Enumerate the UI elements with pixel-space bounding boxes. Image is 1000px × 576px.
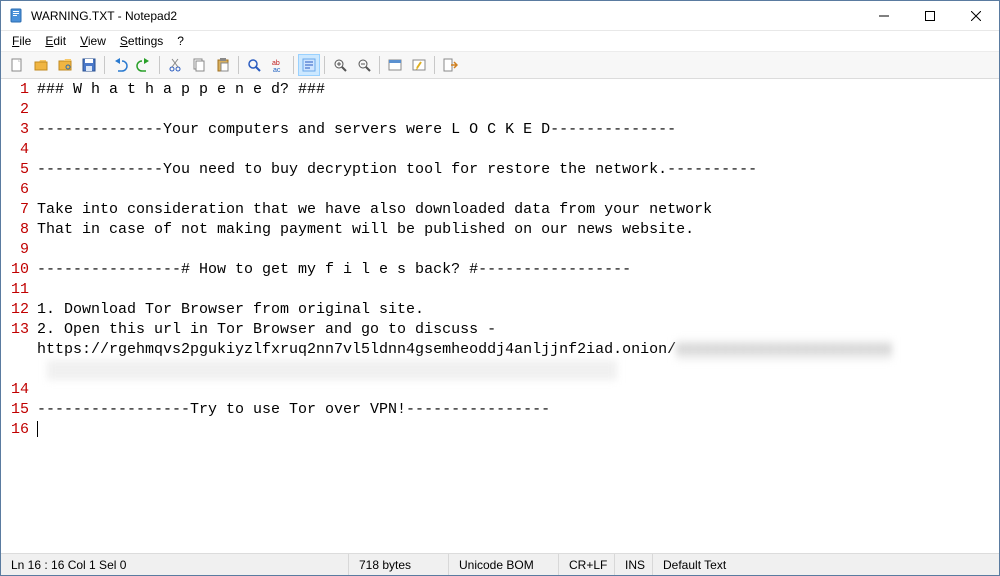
window-buttons xyxy=(861,1,999,30)
code-line: --------------Your computers and servers… xyxy=(37,120,999,140)
status-position[interactable]: Ln 16 : 16 Col 1 Sel 0 xyxy=(1,554,349,575)
line-number: 2 xyxy=(1,100,29,120)
toolbar-separator xyxy=(293,56,294,74)
line-number: 13 xyxy=(1,320,29,380)
cut-icon[interactable] xyxy=(164,54,186,76)
status-eol[interactable]: CR+LF xyxy=(559,554,615,575)
line-number: 7 xyxy=(1,200,29,220)
redo-icon[interactable] xyxy=(133,54,155,76)
status-bytes[interactable]: 718 bytes xyxy=(349,554,449,575)
open-file-icon[interactable] xyxy=(30,54,52,76)
menu-file[interactable]: File xyxy=(5,32,38,50)
menu-view[interactable]: View xyxy=(73,32,113,50)
status-encoding[interactable]: Unicode BOM xyxy=(449,554,559,575)
statusbar: Ln 16 : 16 Col 1 Sel 0 718 bytes Unicode… xyxy=(1,553,999,575)
code-line xyxy=(37,180,999,200)
code-line: 2. Open this url in Tor Browser and go t… xyxy=(37,320,999,380)
word-wrap-icon[interactable] xyxy=(298,54,320,76)
svg-text:ac: ac xyxy=(273,67,281,73)
code-line: --------------You need to buy decryption… xyxy=(37,160,999,180)
line-number: 14 xyxy=(1,380,29,400)
toolbar-separator xyxy=(238,56,239,74)
line-number: 10 xyxy=(1,260,29,280)
new-file-icon[interactable] xyxy=(6,54,28,76)
line-number: 9 xyxy=(1,240,29,260)
paste-icon[interactable] xyxy=(212,54,234,76)
customize-icon[interactable] xyxy=(408,54,430,76)
scheme-icon[interactable] xyxy=(384,54,406,76)
titlebar: WARNING.TXT - Notepad2 xyxy=(1,1,999,31)
close-button[interactable] xyxy=(953,1,999,30)
code-line: -----------------Try to use Tor over VPN… xyxy=(37,400,999,420)
replace-icon[interactable]: abac xyxy=(267,54,289,76)
undo-icon[interactable] xyxy=(109,54,131,76)
text-caret xyxy=(37,421,38,437)
maximize-button[interactable] xyxy=(907,1,953,30)
code-line xyxy=(37,140,999,160)
line-number: 15 xyxy=(1,400,29,420)
toolbar-separator xyxy=(324,56,325,74)
svg-text:ab: ab xyxy=(272,60,280,67)
code-line xyxy=(37,100,999,120)
line-number: 11 xyxy=(1,280,29,300)
line-number-gutter: 12345678910111213141516 xyxy=(1,79,33,553)
window-title: WARNING.TXT - Notepad2 xyxy=(31,9,861,23)
line-number: 8 xyxy=(1,220,29,240)
line-number: 1 xyxy=(1,80,29,100)
line-number: 6 xyxy=(1,180,29,200)
code-line: 1. Download Tor Browser from original si… xyxy=(37,300,999,320)
copy-icon[interactable] xyxy=(188,54,210,76)
code-line: ### W h a t h a p p e n e d? ### xyxy=(37,80,999,100)
toolbar: abac xyxy=(1,51,999,79)
status-insert-mode[interactable]: INS xyxy=(615,554,653,575)
app-icon xyxy=(9,8,25,24)
zoom-in-icon[interactable] xyxy=(329,54,351,76)
code-line: Take into consideration that we have als… xyxy=(37,200,999,220)
code-area[interactable]: ### W h a t h a p p e n e d? ### -------… xyxy=(33,79,999,553)
line-number: 5 xyxy=(1,160,29,180)
editor[interactable]: 12345678910111213141516 ### W h a t h a … xyxy=(1,79,999,553)
line-number: 4 xyxy=(1,140,29,160)
exit-icon[interactable] xyxy=(439,54,461,76)
code-line xyxy=(37,280,999,300)
toolbar-separator xyxy=(159,56,160,74)
code-line xyxy=(37,420,999,440)
menu-help[interactable]: ? xyxy=(170,32,191,50)
line-number: 16 xyxy=(1,420,29,440)
code-line: ----------------# How to get my f i l e … xyxy=(37,260,999,280)
browse-icon[interactable] xyxy=(54,54,76,76)
toolbar-separator xyxy=(434,56,435,74)
code-line xyxy=(37,380,999,400)
toolbar-separator xyxy=(379,56,380,74)
code-line: That in case of not making payment will … xyxy=(37,220,999,240)
menu-settings[interactable]: Settings xyxy=(113,32,170,50)
find-icon[interactable] xyxy=(243,54,265,76)
toolbar-separator xyxy=(104,56,105,74)
minimize-button[interactable] xyxy=(861,1,907,30)
save-icon[interactable] xyxy=(78,54,100,76)
status-scheme[interactable]: Default Text xyxy=(653,554,999,575)
menubar: File Edit View Settings ? xyxy=(1,31,999,51)
line-number: 12 xyxy=(1,300,29,320)
line-number: 3 xyxy=(1,120,29,140)
menu-edit[interactable]: Edit xyxy=(38,32,73,50)
code-line xyxy=(37,240,999,260)
zoom-out-icon[interactable] xyxy=(353,54,375,76)
